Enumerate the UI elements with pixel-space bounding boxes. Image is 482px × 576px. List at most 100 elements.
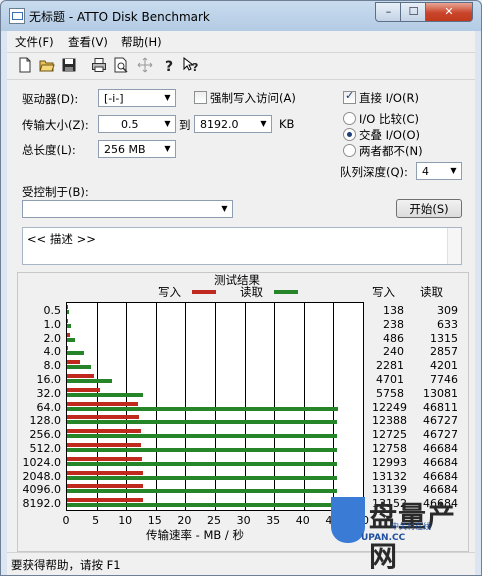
transfer-size-label: 32.0 xyxy=(36,386,62,400)
read-value: 46684 xyxy=(423,442,458,455)
watermark: 盘量产网 UPAN.CC 中关村在线 xyxy=(331,497,477,573)
write-value: 5758 xyxy=(376,386,404,400)
read-bar xyxy=(67,420,338,425)
io-compare-radio[interactable] xyxy=(343,112,356,125)
description-text: << 描述 >> xyxy=(27,232,96,246)
read-bar xyxy=(67,448,337,452)
watermark-sub: 中关村在线 xyxy=(391,522,431,531)
write-bar xyxy=(67,484,143,489)
drive-value: [-i-] xyxy=(104,92,124,105)
chevron-down-icon: ▼ xyxy=(450,166,457,175)
x-tick-label: 40 xyxy=(295,514,310,527)
read-value: 46684 xyxy=(423,455,458,469)
queue-depth-value: 4 xyxy=(422,165,429,178)
maximize-button[interactable]: ☐ xyxy=(400,2,427,22)
x-tick-label: 30 xyxy=(236,514,251,527)
open-folder-icon[interactable] xyxy=(39,57,55,73)
print-preview-icon[interactable] xyxy=(113,57,129,73)
context-help-icon[interactable]: ? xyxy=(183,57,199,73)
write-value: 238 xyxy=(383,317,404,331)
minimize-button[interactable]: – xyxy=(375,2,402,22)
queue-depth-select[interactable]: 4 ▼ xyxy=(416,162,462,180)
help-icon[interactable]: ? xyxy=(161,57,177,73)
window-title: 无标题 - ATTO Disk Benchmark xyxy=(29,10,210,24)
watermark-url: UPAN.CC xyxy=(361,533,406,543)
read-bar xyxy=(67,434,338,439)
write-bar xyxy=(67,374,95,378)
io-compare-label: I/O 比较(C) xyxy=(359,112,419,126)
description-box[interactable]: << 描述 >> xyxy=(22,227,462,265)
legend-write-label: 写入 xyxy=(158,285,181,299)
read-bar xyxy=(67,310,69,314)
queue-depth-label: 队列深度(Q): xyxy=(340,165,408,179)
x-tick-label: 20 xyxy=(177,514,192,527)
write-value: 12388 xyxy=(372,414,407,428)
x-tick-label: 35 xyxy=(266,514,281,527)
start-button[interactable]: 开始(S) xyxy=(396,199,462,218)
write-bar xyxy=(67,429,141,434)
read-value: 2857 xyxy=(430,345,458,359)
read-value: 46811 xyxy=(423,400,458,414)
app-window: 无标题 - ATTO Disk Benchmark – ☐ ✕ 文件(F) 查看… xyxy=(0,0,482,576)
write-bar xyxy=(67,360,81,365)
write-bar xyxy=(67,470,143,475)
move-icon[interactable] xyxy=(137,57,153,73)
direct-io-label: 直接 I/O(R) xyxy=(359,91,419,105)
transfer-from-select[interactable]: 0.5 ▼ xyxy=(98,115,176,133)
transfer-to-select[interactable]: 8192.0 ▼ xyxy=(194,115,272,133)
transfer-size-label: 64.0 xyxy=(36,400,62,414)
write-value: 12725 xyxy=(372,428,407,442)
close-button[interactable]: ✕ xyxy=(425,2,473,22)
read-value: 46684 xyxy=(423,469,458,483)
menu-help[interactable]: 帮助(H) xyxy=(121,34,162,50)
total-length-select[interactable]: 256 MB ▼ xyxy=(98,140,176,158)
chevron-down-icon: ▼ xyxy=(260,119,267,128)
neither-label: 两者都不(N) xyxy=(359,144,423,158)
direct-io-checkbox[interactable] xyxy=(343,89,356,104)
drive-label: 驱动器(D): xyxy=(22,92,79,106)
read-bar xyxy=(67,489,337,494)
app-icon xyxy=(9,8,25,24)
transfer-size-label: 16.0 xyxy=(36,373,62,386)
svg-text:?: ? xyxy=(192,61,198,73)
force-write-checkbox[interactable] xyxy=(194,91,207,104)
write-bar xyxy=(67,346,69,351)
x-axis-label: 传输速率 - MB / 秒 xyxy=(146,528,244,542)
write-value: 2281 xyxy=(376,359,404,373)
total-length-label: 总长度(L): xyxy=(22,143,76,157)
transfer-size-label: 1.0 xyxy=(43,317,62,331)
description-scrollbar[interactable] xyxy=(447,228,461,264)
save-icon[interactable] xyxy=(61,57,77,73)
controlled-by-select[interactable]: ▼ xyxy=(22,200,233,218)
write-bar xyxy=(67,401,138,406)
write-bar xyxy=(67,456,143,461)
transfer-size-label: 4.0 xyxy=(43,345,62,359)
write-bar xyxy=(67,332,70,337)
read-value: 46727 xyxy=(423,414,458,428)
neither-radio[interactable] xyxy=(343,144,356,157)
new-file-icon[interactable] xyxy=(17,57,33,73)
chart-plot-area xyxy=(66,302,364,511)
menu-view[interactable]: 查看(V) xyxy=(68,34,108,50)
read-bar xyxy=(67,503,337,508)
read-value: 7746 xyxy=(430,373,458,386)
write-column-header: 写入 xyxy=(372,285,395,299)
x-tick-label: 10 xyxy=(118,514,133,527)
drive-select[interactable]: [-i-] ▼ xyxy=(98,89,176,107)
overlapped-io-radio[interactable] xyxy=(343,128,356,141)
read-value: 309 xyxy=(437,304,458,317)
chevron-down-icon: ▼ xyxy=(221,204,228,213)
menu-file[interactable]: 文件(F) xyxy=(15,34,54,50)
write-value: 12249 xyxy=(372,400,407,414)
read-column-header: 读取 xyxy=(420,285,443,299)
read-value: 633 xyxy=(437,317,458,331)
transfer-size-label: 8192.0 xyxy=(22,497,62,511)
transfer-size-label: 4096.0 xyxy=(22,483,62,497)
print-icon[interactable] xyxy=(91,57,107,73)
chevron-down-icon: ▼ xyxy=(164,144,171,153)
transfer-size-label: 512.0 xyxy=(29,442,62,455)
controlled-by-label: 受控制于(B): xyxy=(22,185,89,199)
toolbar: ? ? xyxy=(7,52,475,80)
write-value: 12758 xyxy=(372,442,407,455)
read-bar xyxy=(67,365,92,370)
